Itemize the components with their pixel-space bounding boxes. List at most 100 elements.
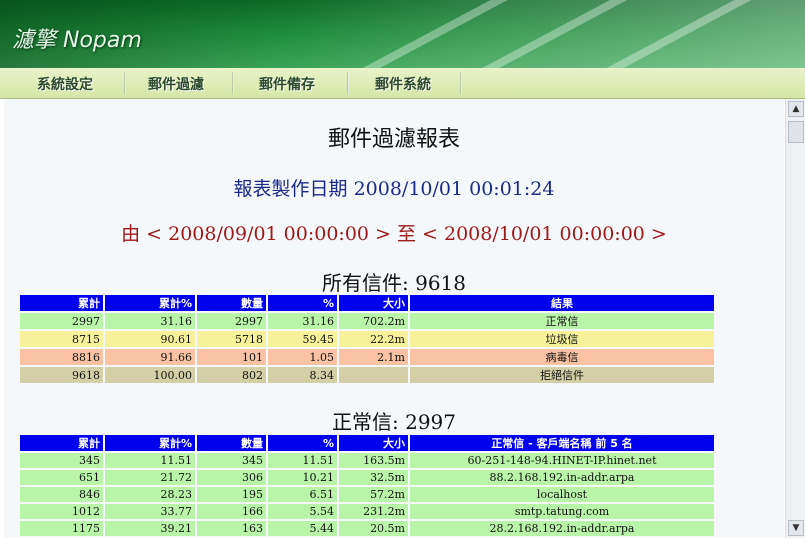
table-cell: 11.51 (105, 453, 195, 468)
normal-mail-table: 累計 累計% 數量 % 大小 正常信 - 客戶端名稱 前 5 名 345 11.5… (18, 433, 716, 538)
table-cell: 32.5m (339, 470, 408, 485)
table-row: 1012 33.77 166 5.54 231.2m smtp.tatung.com (20, 504, 714, 519)
report-title: 郵件過濾報表 (327, 127, 460, 152)
col-pct: % (268, 295, 337, 311)
table-cell: 702.2m (339, 313, 408, 329)
col-cumulative: 累計 (20, 295, 103, 311)
menu-separator (124, 72, 126, 94)
main-menu: 系統設定 郵件過濾 郵件備存 郵件系統 (0, 68, 805, 99)
table-cell: 22.2m (339, 331, 408, 347)
table-cell: 163.5m (339, 453, 408, 468)
table-cell: 231.2m (339, 504, 408, 519)
table-cell: 345 (197, 453, 266, 468)
table-cell: 28.2.168.192.in-addr.arpa (410, 521, 714, 536)
vertical-scrollbar[interactable]: ▲ ▼ (785, 99, 805, 538)
table-cell: 28.23 (105, 487, 195, 502)
table-cell: 11.51 (268, 453, 337, 468)
col-count: 數量 (197, 435, 266, 451)
table-cell: 195 (197, 487, 266, 502)
table-cell: 6.51 (268, 487, 337, 502)
scroll-thumb[interactable] (788, 121, 804, 143)
table-row: 2997 31.16 2997 31.16 702.2m 正常信 (20, 313, 714, 329)
table-cell: 病毒信 (410, 349, 714, 365)
table-cell: 1175 (20, 521, 103, 536)
table-cell: 101 (197, 349, 266, 365)
scroll-down-icon[interactable]: ▼ (788, 520, 804, 536)
table-cell: 306 (197, 470, 266, 485)
menu-mail-filter[interactable]: 郵件過濾 (148, 74, 204, 94)
table-cell: 2997 (197, 313, 266, 329)
table-cell: 846 (20, 487, 103, 502)
menu-separator (232, 72, 234, 94)
report-created-date: 報表製作日期 2008/10/01 00:01:24 (233, 178, 555, 200)
table-cell: 33.77 (105, 504, 195, 519)
table-cell: 拒絕信件 (410, 367, 714, 383)
table-row: 8715 90.61 5718 59.45 22.2m 垃圾信 (20, 331, 714, 347)
table-cell: 90.61 (105, 331, 195, 347)
all-mail-title: 所有信件: 9618 (322, 271, 466, 295)
table-cell: 802 (197, 367, 266, 383)
menu-mail-system[interactable]: 郵件系統 (375, 74, 431, 94)
app-logo: 濾擎 Nopam (12, 28, 142, 53)
table-cell: 57.2m (339, 487, 408, 502)
table-cell: 正常信 (410, 313, 714, 329)
table-cell: 100.00 (105, 367, 195, 383)
menu-system-settings[interactable]: 系統設定 (37, 74, 93, 94)
table-cell: 31.16 (268, 313, 337, 329)
table-cell: 163 (197, 521, 266, 536)
table-cell: 91.66 (105, 349, 195, 365)
table-cell: 651 (20, 470, 103, 485)
table-cell: 8816 (20, 349, 103, 365)
col-size: 大小 (339, 435, 408, 451)
col-size: 大小 (339, 295, 408, 311)
table-header-row: 累計 累計% 數量 % 大小 結果 (20, 295, 714, 311)
table-row: 846 28.23 195 6.51 57.2m localhost (20, 487, 714, 502)
col-cumulative-pct: 累計% (105, 435, 195, 451)
table-cell (339, 367, 408, 383)
table-cell: 31.16 (105, 313, 195, 329)
table-cell: 8.34 (268, 367, 337, 383)
table-cell: 39.21 (105, 521, 195, 536)
report-content: 郵件過濾報表 報表製作日期 2008/10/01 00:01:24 由 < 20… (4, 99, 784, 538)
table-cell: 88.2.168.192.in-addr.arpa (410, 470, 714, 485)
menu-separator (347, 72, 349, 94)
table-cell: 2.1m (339, 349, 408, 365)
report-date-range: 由 < 2008/09/01 00:00:00 > 至 < 2008/10/01… (121, 223, 667, 245)
table-cell: 1.05 (268, 349, 337, 365)
table-cell: smtp.tatung.com (410, 504, 714, 519)
menu-separator (460, 72, 462, 94)
col-client-name: 正常信 - 客戶端名稱 前 5 名 (410, 435, 714, 451)
all-mail-table: 累計 累計% 數量 % 大小 結果 2997 31.16 2997 31.16 702.… (18, 293, 716, 385)
table-cell: 166 (197, 504, 266, 519)
table-cell: 1012 (20, 504, 103, 519)
table-cell: 59.45 (268, 331, 337, 347)
table-cell: 垃圾信 (410, 331, 714, 347)
table-cell: 5.44 (268, 521, 337, 536)
table-cell: 21.72 (105, 470, 195, 485)
table-cell: 2997 (20, 313, 103, 329)
table-cell: localhost (410, 487, 714, 502)
table-cell: 10.21 (268, 470, 337, 485)
col-pct: % (268, 435, 337, 451)
table-cell: 8715 (20, 331, 103, 347)
table-row: 8816 91.66 101 1.05 2.1m 病毒信 (20, 349, 714, 365)
table-row: 9618 100.00 802 8.34 拒絕信件 (20, 367, 714, 383)
app-banner: 濾擎 Nopam (0, 0, 805, 68)
table-row: 1175 39.21 163 5.44 20.5m 28.2.168.192.in-add… (20, 521, 714, 536)
table-row: 651 21.72 306 10.21 32.5m 88.2.168.192.in-add… (20, 470, 714, 485)
table-cell: 60-251-148-94.HINET-IP.hinet.net (410, 453, 714, 468)
col-cumulative-pct: 累計% (105, 295, 195, 311)
table-cell: 5.54 (268, 504, 337, 519)
table-cell: 20.5m (339, 521, 408, 536)
table-cell: 5718 (197, 331, 266, 347)
col-cumulative: 累計 (20, 435, 103, 451)
col-result: 結果 (410, 295, 714, 311)
table-header-row: 累計 累計% 數量 % 大小 正常信 - 客戶端名稱 前 5 名 (20, 435, 714, 451)
scroll-up-icon[interactable]: ▲ (788, 101, 804, 117)
menu-mail-archive[interactable]: 郵件備存 (259, 74, 315, 94)
table-cell: 9618 (20, 367, 103, 383)
table-row: 345 11.51 345 11.51 163.5m 60-251-148-94.HINE… (20, 453, 714, 468)
table-cell: 345 (20, 453, 103, 468)
col-count: 數量 (197, 295, 266, 311)
normal-mail-title: 正常信: 2997 (332, 410, 456, 434)
